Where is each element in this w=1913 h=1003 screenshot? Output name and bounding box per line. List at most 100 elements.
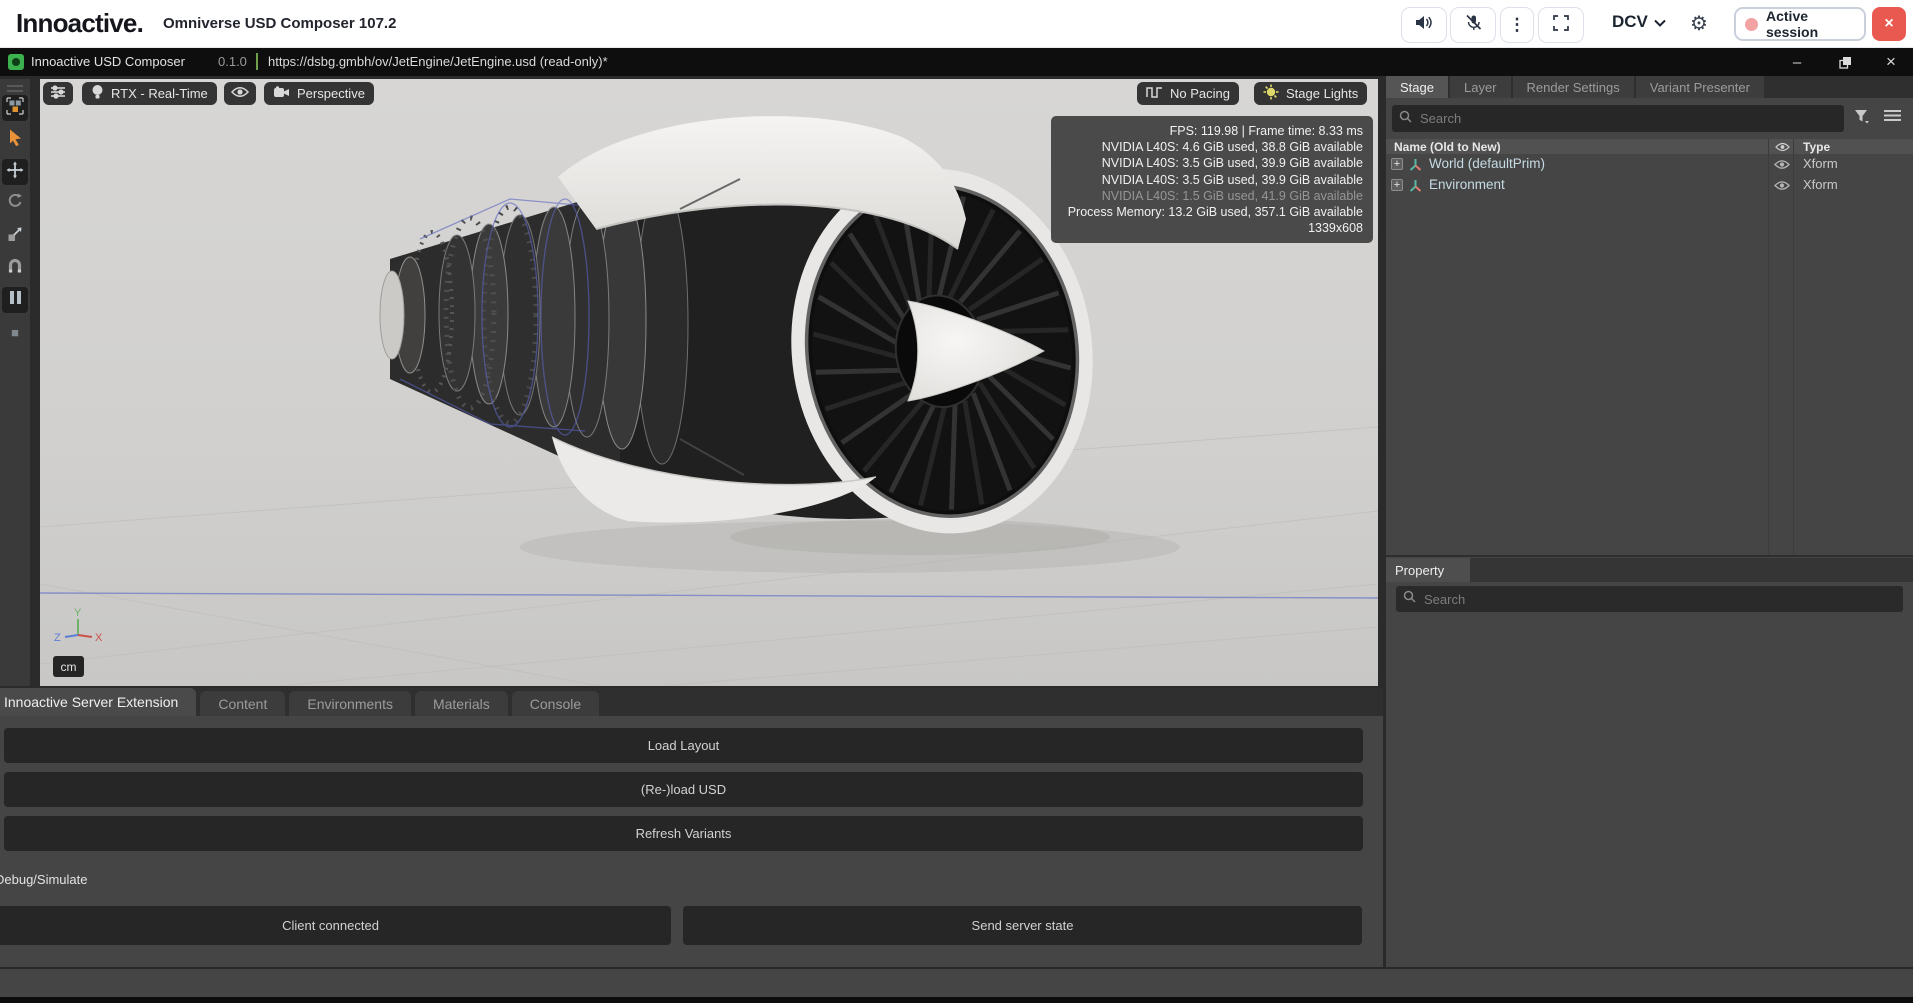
stat-line: NVIDIA L40S: 3.5 GiB used, 39.9 GiB avai… <box>1061 172 1363 188</box>
stage-search-input[interactable] <box>1418 110 1837 127</box>
lightbulb-icon <box>91 84 104 103</box>
close-window-button[interactable]: × <box>1876 50 1906 74</box>
viewport-settings-button[interactable] <box>43 82 73 105</box>
axis-label-y: Y <box>74 607 82 619</box>
name-column-header[interactable]: Name (Old to New) <box>1394 140 1501 154</box>
titlebar-divider <box>256 53 258 70</box>
pacing-button[interactable]: No Pacing <box>1137 82 1239 105</box>
close-icon: × <box>1884 15 1893 33</box>
magnet-icon <box>6 257 24 280</box>
sliders-icon <box>50 85 66 102</box>
active-session-button[interactable]: Active session <box>1734 7 1866 41</box>
tab-property[interactable]: Property <box>1386 558 1470 582</box>
innoactive-logo: Innoactive. <box>16 8 143 39</box>
move-tool-button[interactable] <box>2 159 28 185</box>
visibility-column-header[interactable] <box>1775 141 1790 155</box>
expand-icon[interactable]: + <box>1391 179 1403 191</box>
prim-name[interactable]: Environment <box>1429 177 1505 192</box>
send-server-state-button[interactable]: Send server state <box>683 906 1362 945</box>
window-titlebar: Innoactive USD Composer 0.1.0 https://ds… <box>0 48 1913 76</box>
panel-options-icon[interactable] <box>1884 109 1901 127</box>
settings-gear-button[interactable]: ⚙ <box>1690 11 1708 36</box>
viewport[interactable]: RTX - Real-Time Perspective No Pacing St… <box>40 79 1378 686</box>
eye-icon[interactable] <box>1774 179 1790 194</box>
tab-console[interactable]: Console <box>512 691 599 716</box>
stat-line: NVIDIA L40S: 4.6 GiB used, 38.8 GiB avai… <box>1061 139 1363 155</box>
stat-line: NVIDIA L40S: 3.5 GiB used, 39.9 GiB avai… <box>1061 155 1363 171</box>
fullscreen-icon <box>1553 15 1569 36</box>
fullscreen-button[interactable] <box>1538 7 1584 43</box>
tree-row-world[interactable]: + World (defaultPrim) Xform <box>1386 154 1913 175</box>
kebab-icon: ⋮ <box>1509 15 1526 35</box>
dcv-label: DCV <box>1612 12 1648 32</box>
stat-line: Process Memory: 13.2 GiB used, 357.1 GiB… <box>1061 204 1363 220</box>
tab-materials[interactable]: Materials <box>415 691 508 716</box>
stage-lights-button[interactable]: Stage Lights <box>1254 82 1367 105</box>
app-title: Omniverse USD Composer 107.2 <box>163 15 396 32</box>
expand-icon[interactable]: + <box>1391 158 1403 170</box>
minimize-button[interactable]: – <box>1782 50 1812 74</box>
pacing-label: No Pacing <box>1170 86 1230 101</box>
client-connected-button[interactable]: Client connected <box>0 906 671 945</box>
type-column-header[interactable]: Type <box>1803 140 1830 154</box>
tree-header: Name (Old to New) Type <box>1386 139 1913 154</box>
scale-tool-button[interactable] <box>2 223 28 249</box>
filter-icon[interactable] <box>1854 109 1870 129</box>
stage-lights-label: Stage Lights <box>1286 86 1358 101</box>
panel-splitter[interactable] <box>1383 688 1386 967</box>
property-search-input[interactable] <box>1422 591 1896 608</box>
stage-search[interactable] <box>1392 105 1844 132</box>
prim-name[interactable]: World (defaultPrim) <box>1429 156 1545 171</box>
pause-playback-button[interactable] <box>2 287 28 313</box>
end-session-button[interactable]: × <box>1872 7 1906 41</box>
tab-environments[interactable]: Environments <box>289 691 411 716</box>
tree-row-environment[interactable]: + Environment Xform <box>1386 175 1913 196</box>
dcv-dropdown[interactable]: DCV <box>1612 12 1666 32</box>
tab-layer[interactable]: Layer <box>1450 76 1511 98</box>
debug-simulate-label: Debug/Simulate <box>0 872 88 887</box>
stop-icon: ■ <box>11 326 19 339</box>
load-layout-button[interactable]: Load Layout <box>4 728 1363 763</box>
tab-innoactive-server-extension[interactable]: Innoactive Server Extension <box>0 688 196 716</box>
visibility-flags-button[interactable] <box>224 82 256 105</box>
stop-playback-button[interactable]: ■ <box>2 319 28 345</box>
maximize-button[interactable] <box>1830 50 1860 74</box>
property-tabstrip: Property <box>1386 558 1913 582</box>
renderer-label: RTX - Real-Time <box>111 86 208 101</box>
session-label: Active session <box>1766 8 1864 40</box>
mic-mute-button[interactable] <box>1450 7 1496 43</box>
innoactive-app-icon <box>8 54 24 70</box>
camera-button[interactable]: Perspective <box>264 82 374 105</box>
tab-content[interactable]: Content <box>200 691 285 716</box>
stat-line: NVIDIA L40S: 1.5 GiB used, 41.9 GiB avai… <box>1061 188 1363 204</box>
select-tool-button[interactable] <box>2 127 28 153</box>
stage-panel-tabs: Stage Layer Render Settings Variant Pres… <box>1386 76 1913 98</box>
search-icon <box>1399 110 1412 128</box>
tab-variant-presenter[interactable]: Variant Presenter <box>1636 76 1764 98</box>
more-options-button[interactable]: ⋮ <box>1500 7 1534 43</box>
tab-stage[interactable]: Stage <box>1386 76 1448 98</box>
stat-line: FPS: 119.98 | Frame time: 8.33 ms <box>1061 123 1363 139</box>
axis-label-x: X <box>95 632 103 644</box>
xform-icon <box>1408 178 1423 196</box>
bottom-panel: Innoactive Server Extension Content Envi… <box>0 688 1385 967</box>
rotate-tool-button[interactable] <box>2 191 28 217</box>
scale-icon <box>6 225 24 248</box>
volume-button[interactable] <box>1401 7 1447 43</box>
reload-usd-button[interactable]: (Re-)load USD <box>4 772 1363 807</box>
eye-icon[interactable] <box>1774 158 1790 173</box>
property-search[interactable] <box>1396 586 1903 612</box>
panel-divider <box>1386 555 1913 557</box>
stage-light-icon <box>1263 84 1279 103</box>
cursor-icon <box>5 128 25 153</box>
renderer-button[interactable]: RTX - Real-Time <box>82 82 217 105</box>
axis-gizmo: Y X Z <box>52 607 104 654</box>
chevron-down-icon <box>1654 12 1666 32</box>
refresh-variants-button[interactable]: Refresh Variants <box>4 816 1363 851</box>
window-app-version: 0.1.0 <box>218 54 247 69</box>
selection-mode-button[interactable] <box>2 95 28 121</box>
tab-render-settings[interactable]: Render Settings <box>1513 76 1634 98</box>
move-icon <box>6 161 24 184</box>
snap-tool-button[interactable] <box>2 255 28 281</box>
platform-header: Innoactive. Omniverse USD Composer 107.2… <box>0 0 1913 48</box>
